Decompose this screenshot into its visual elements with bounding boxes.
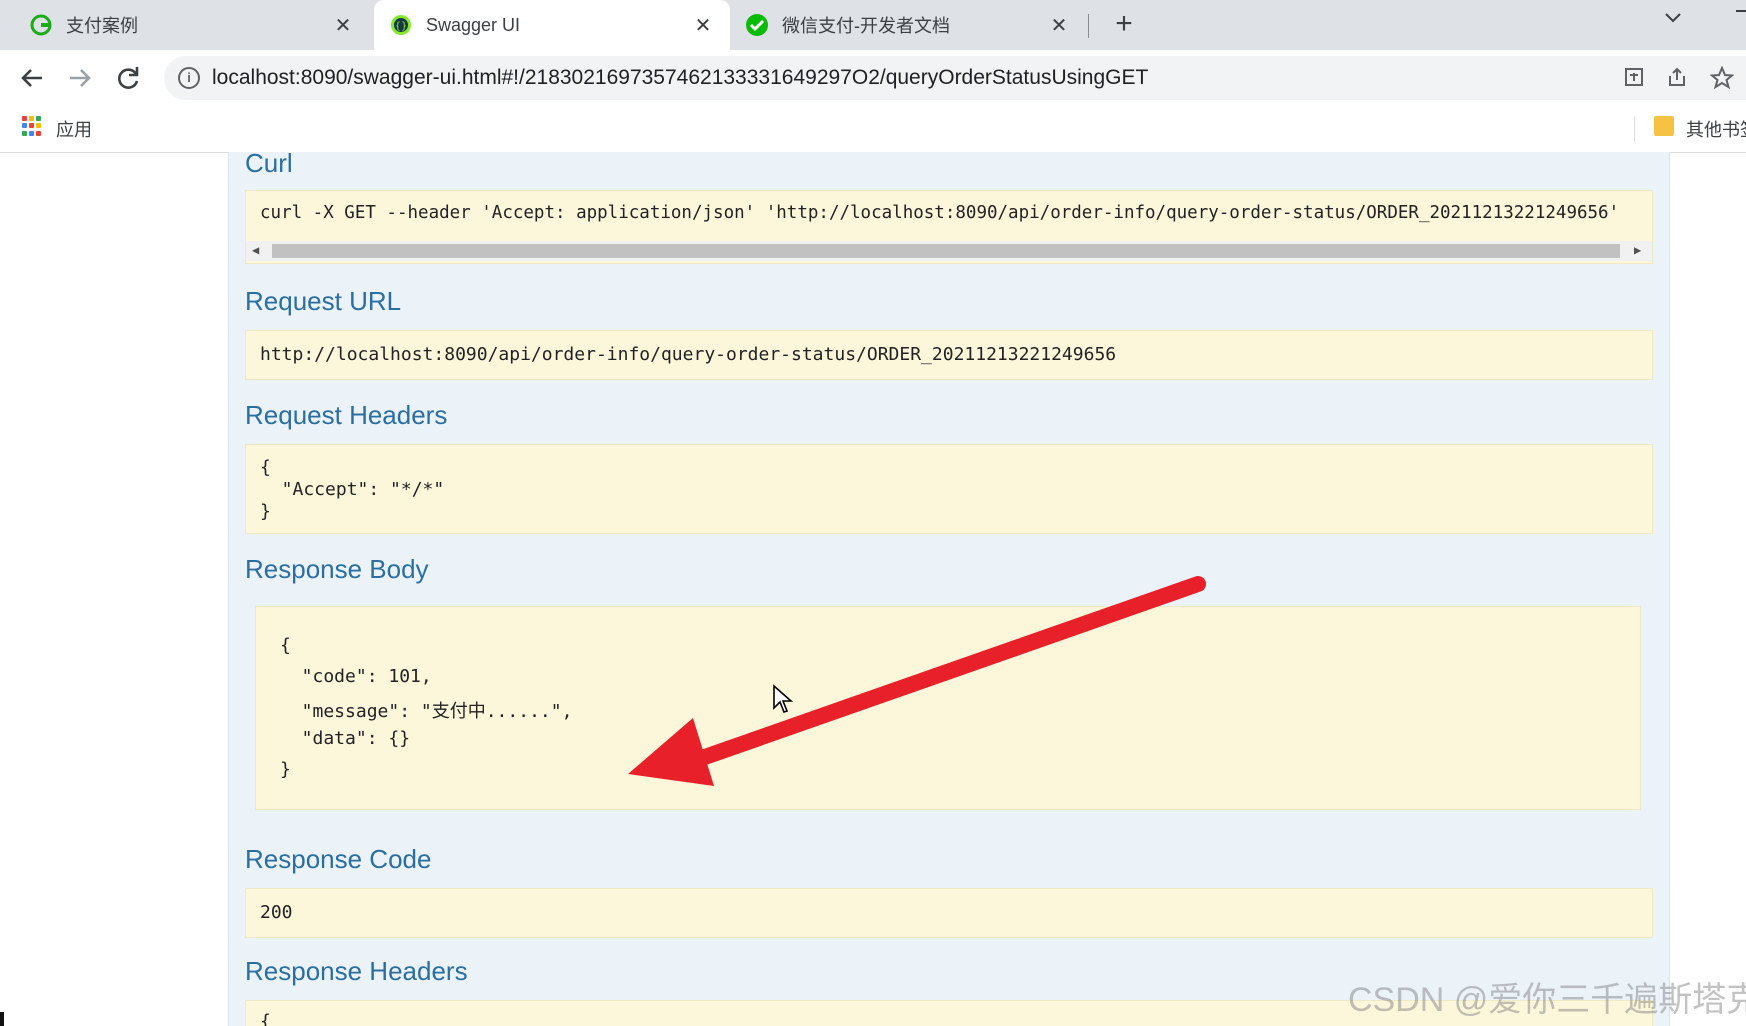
tab-search-chevron-icon[interactable]	[1664, 8, 1682, 29]
apps-grid-icon[interactable]	[22, 116, 42, 136]
scroll-left-icon[interactable]: ◀	[252, 243, 259, 257]
tab-wechat-pay-docs[interactable]: 微信支付-开发者文档 ✕	[734, 0, 1086, 50]
tab-title: 微信支付-开发者文档	[782, 16, 950, 36]
code-line: }	[260, 501, 271, 522]
request-url-heading: Request URL	[245, 286, 402, 316]
arrow-right-icon	[70, 69, 91, 87]
horizontal-scrollbar[interactable]: ◀ ▶	[246, 241, 1652, 261]
response-body-heading: Response Body	[245, 554, 429, 584]
tab-strip: 支付案例 ✕ {} Swagger UI ✕ 微信支付-开发者文档 ✕ +	[0, 0, 1746, 50]
code-line: }	[280, 759, 291, 780]
response-body-block: { "code": 101, "message": "支付中......", "…	[245, 598, 1653, 820]
response-headers-heading: Response Headers	[245, 956, 468, 986]
code-line: "code": 101,	[280, 666, 432, 687]
back-button[interactable]	[14, 60, 50, 96]
new-tab-button[interactable]: +	[1106, 6, 1142, 42]
bookmark-star-icon[interactable]	[1709, 65, 1735, 96]
code-line: {	[260, 1011, 271, 1026]
tab-divider	[1088, 14, 1089, 38]
code-line: "message": "支付中......",	[280, 701, 573, 722]
apps-bookmark[interactable]: 应用	[56, 116, 92, 142]
close-icon[interactable]: ✕	[1044, 13, 1074, 38]
request-headers-heading: Request Headers	[245, 400, 448, 430]
request-url-value: http://localhost:8090/api/order-info/que…	[260, 344, 1117, 365]
response-code-heading: Response Code	[245, 844, 432, 874]
info-icon[interactable]: i	[178, 67, 200, 89]
url-text[interactable]: localhost:8090/swagger-ui.html#!/2183021…	[212, 66, 1148, 90]
curl-command: curl -X GET --header 'Accept: applicatio…	[260, 203, 1620, 223]
response-headers-block: {	[245, 1000, 1653, 1026]
code-line: "Accept": "*/*"	[260, 479, 445, 500]
code-line: {	[280, 635, 291, 656]
arrow-left-icon	[21, 69, 42, 87]
curl-block: curl -X GET --header 'Accept: applicatio…	[245, 190, 1653, 264]
refresh-g-icon	[30, 14, 52, 36]
wechat-pay-icon	[746, 14, 768, 36]
tab-title: Swagger UI	[426, 14, 521, 35]
curl-heading: Curl	[245, 152, 293, 178]
response-code-value: 200	[260, 902, 293, 923]
code-line: {	[260, 457, 271, 478]
tab-swagger-ui[interactable]: {} Swagger UI ✕	[374, 0, 730, 50]
mouse-cursor-icon	[773, 684, 794, 713]
svg-text:{}: {}	[395, 21, 408, 32]
response-body-json: { "code": 101, "message": "支付中......", "…	[255, 606, 1641, 810]
swagger-response-panel: Curl curl -X GET --header 'Accept: appli…	[228, 152, 1670, 1026]
bookmarks-bar	[0, 106, 1746, 153]
close-icon[interactable]: ✕	[688, 13, 718, 38]
reload-icon	[118, 67, 139, 89]
other-bookmarks[interactable]: 其他书签	[1686, 116, 1746, 142]
minimize-icon[interactable]	[1736, 10, 1746, 12]
share-icon[interactable]	[1666, 66, 1688, 94]
request-url-block: http://localhost:8090/api/order-info/que…	[245, 330, 1653, 380]
bookmark-divider	[1634, 116, 1635, 142]
tab-title: 支付案例	[66, 16, 138, 36]
tab-payment-case[interactable]: 支付案例 ✕	[0, 0, 370, 50]
corner-mark	[0, 1012, 4, 1026]
address-bar[interactable]: i localhost:8090/swagger-ui.html#!/21830…	[164, 56, 1746, 100]
scrollbar-thumb[interactable]	[272, 244, 1620, 258]
scroll-right-icon[interactable]: ▶	[1634, 243, 1641, 257]
forward-button[interactable]	[62, 60, 98, 96]
request-headers-block: { "Accept": "*/*" }	[245, 444, 1653, 534]
response-code-block: 200	[245, 888, 1653, 938]
reload-button[interactable]	[110, 60, 146, 96]
folder-icon	[1654, 116, 1674, 136]
close-icon[interactable]: ✕	[328, 13, 358, 38]
swagger-icon: {}	[390, 14, 412, 36]
translate-icon[interactable]	[1624, 66, 1646, 94]
code-line: "data": {}	[280, 728, 411, 749]
